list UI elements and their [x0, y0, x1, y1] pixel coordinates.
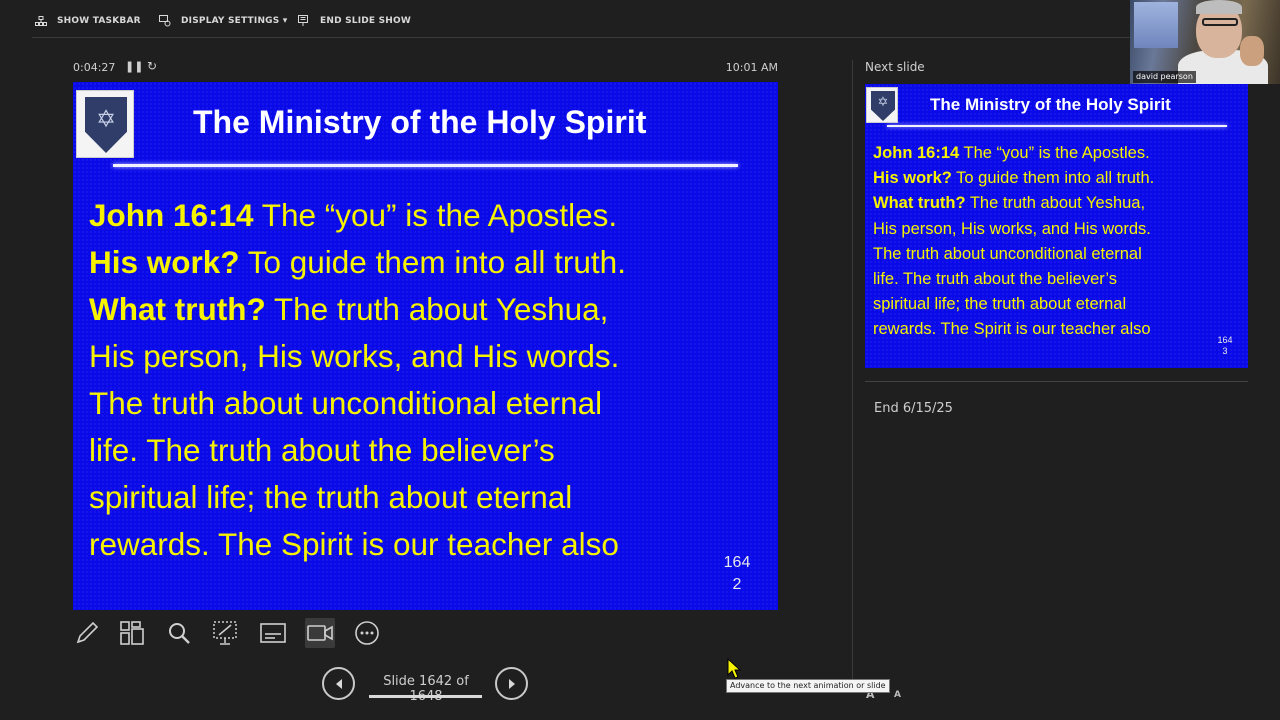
end-slide-show-label: END SLIDE SHOW	[320, 16, 411, 26]
webcam-person-hand	[1240, 36, 1264, 66]
slide-line-bold: John 16:14	[89, 197, 254, 233]
slide-line-text: His person, His works, and His words.	[89, 338, 620, 374]
slide-number-top: 164	[1217, 335, 1233, 345]
previous-slide-button[interactable]	[322, 667, 355, 700]
next-slide-body: John 16:14 The “you” is the Apostles. Hi…	[873, 141, 1245, 343]
tooltip: Advance to the next animation or slide	[726, 679, 890, 693]
slide-line: His person, His works, and His words.	[873, 217, 1245, 242]
more-options-icon[interactable]	[352, 618, 382, 648]
next-slide-button[interactable]	[495, 667, 528, 700]
pen-icon[interactable]	[72, 618, 102, 648]
title-underline	[887, 125, 1227, 127]
slide-line: His person, His works, and His words.	[89, 333, 769, 380]
slide-line-text: The “you” is the Apostles.	[959, 144, 1150, 162]
restart-icon[interactable]: ↻	[147, 59, 157, 73]
slide-line-text: spiritual life; the truth about eternal	[89, 479, 573, 515]
slide-line: spiritual life; the truth about eternal	[873, 292, 1245, 317]
show-taskbar-label: SHOW TASKBAR	[57, 16, 141, 26]
show-taskbar-button[interactable]: SHOW TASKBAR	[35, 14, 141, 28]
slide-line: life. The truth about the believer’s	[873, 267, 1245, 292]
subtitles-icon[interactable]	[258, 618, 288, 648]
next-slide-title: The Ministry of the Holy Spirit	[930, 95, 1171, 114]
slide-counter[interactable]: Slide 1642 of 1648	[369, 674, 483, 704]
slide-line: life. The truth about the believer’s	[89, 427, 769, 474]
shield-logo-icon: ✡	[76, 90, 134, 158]
end-show-icon	[298, 15, 308, 26]
elapsed-timer: 0:04:27	[73, 61, 116, 74]
slide-line-text: spiritual life; the truth about eternal	[873, 295, 1127, 314]
next-slide-preview[interactable]: ✡ The Ministry of the Holy Spirit John 1…	[865, 84, 1248, 368]
slide-line-text: life. The truth about the believer’s	[89, 432, 555, 468]
slide-number-bottom: 2	[732, 576, 742, 593]
camera-icon[interactable]	[305, 618, 335, 648]
slide-line-text: The truth about Yeshua,	[265, 291, 609, 327]
star-of-david-icon: ✡	[877, 95, 889, 110]
taskbar-icon	[35, 15, 47, 26]
title-underline	[113, 164, 738, 167]
end-slide-show-button[interactable]: END SLIDE SHOW	[298, 14, 411, 28]
slide-line-bold: What truth?	[89, 291, 266, 327]
pause-icon[interactable]: ❚❚	[125, 60, 143, 73]
slide-line: The truth about unconditional eternal	[873, 242, 1245, 267]
slide-counter-underline	[369, 695, 482, 698]
laser-pointer-icon[interactable]	[210, 618, 240, 648]
slide-line-text: The “you” is the Apostles.	[253, 197, 618, 233]
slide-line: What truth? The truth about Yeshua,	[89, 286, 769, 333]
clock: 10:01 AM	[725, 61, 778, 74]
slide-number-top: 164	[723, 554, 751, 571]
slide-number: 164 2	[717, 552, 757, 596]
speaker-notes[interactable]: End 6/15/25	[874, 401, 953, 416]
slide-line: The truth about unconditional eternal	[89, 380, 769, 427]
slide-line: John 16:14 The “you” is the Apostles.	[873, 141, 1245, 166]
slide-line: His work? To guide them into all truth.	[89, 239, 769, 286]
current-slide[interactable]: ✡ The Ministry of the Holy Spirit John 1…	[73, 82, 778, 610]
slide-line-text: The truth about unconditional eternal	[873, 244, 1142, 263]
notes-splitter[interactable]	[865, 381, 1248, 382]
display-settings-label: DISPLAY SETTINGS ▾	[181, 16, 288, 26]
star-of-david-icon: ✡	[95, 105, 117, 133]
webcam-name-label: david pearson	[1133, 71, 1196, 83]
next-icon	[508, 678, 515, 689]
display-settings-icon	[159, 15, 171, 27]
slide-line-text: The truth about Yeshua,	[965, 194, 1146, 213]
next-slide-label: Next slide	[865, 60, 925, 74]
slide-number: 164 3	[1212, 335, 1238, 357]
slide-body: John 16:14 The “you” is the Apostles. Hi…	[89, 192, 769, 568]
slide-line: rewards. The Spirit is our teacher also	[89, 521, 769, 568]
slide-line-bold: His work?	[89, 244, 240, 280]
slide-line: What truth? The truth about Yeshua,	[873, 191, 1245, 216]
slide-line-text: To guide them into all truth.	[951, 169, 1155, 188]
zoom-icon[interactable]	[164, 618, 194, 648]
slide-line-bold: His work?	[873, 169, 952, 188]
slide-number-bottom: 3	[1222, 346, 1228, 356]
shield-logo-icon: ✡	[866, 87, 898, 123]
slide-line-bold: What truth?	[873, 194, 966, 213]
slide-line: His work? To guide them into all truth.	[873, 166, 1245, 191]
slide-line-text: To guide them into all truth.	[239, 244, 626, 280]
webcam-person-glasses	[1202, 18, 1238, 26]
previous-icon	[335, 678, 342, 689]
slide-line-text: rewards. The Spirit is our teacher also	[89, 526, 619, 562]
mouse-cursor-icon	[727, 658, 741, 679]
all-slides-icon[interactable]	[117, 618, 147, 648]
display-settings-button[interactable]: DISPLAY SETTINGS ▾	[159, 14, 288, 28]
toolbar-divider	[32, 37, 1130, 38]
webcam-person-hair	[1196, 0, 1242, 14]
slide-line: spiritual life; the truth about eternal	[89, 474, 769, 521]
slide-line-bold: John 16:14	[873, 144, 960, 162]
slide-line-text: His person, His works, and His words.	[873, 219, 1151, 238]
slide-line: rewards. The Spirit is our teacher also	[873, 317, 1245, 342]
webcam-video: david pearson	[1130, 0, 1280, 84]
slide-line: John 16:14 The “you” is the Apostles.	[89, 192, 769, 239]
presenter-toolbar: SHOW TASKBAR DISPLAY SETTINGS ▾ END SLID…	[0, 0, 1130, 40]
slide-line-text: life. The truth about the believer’s	[873, 270, 1117, 289]
slide-line-text: The truth about unconditional eternal	[89, 385, 603, 421]
webcam-background-screen	[1134, 2, 1178, 48]
slide-line-text: rewards. The Spirit is our teacher also	[873, 320, 1151, 339]
decrease-font-button[interactable]: A	[894, 690, 901, 700]
slide-title: The Ministry of the Holy Spirit	[193, 104, 647, 140]
pane-splitter[interactable]	[852, 60, 853, 690]
